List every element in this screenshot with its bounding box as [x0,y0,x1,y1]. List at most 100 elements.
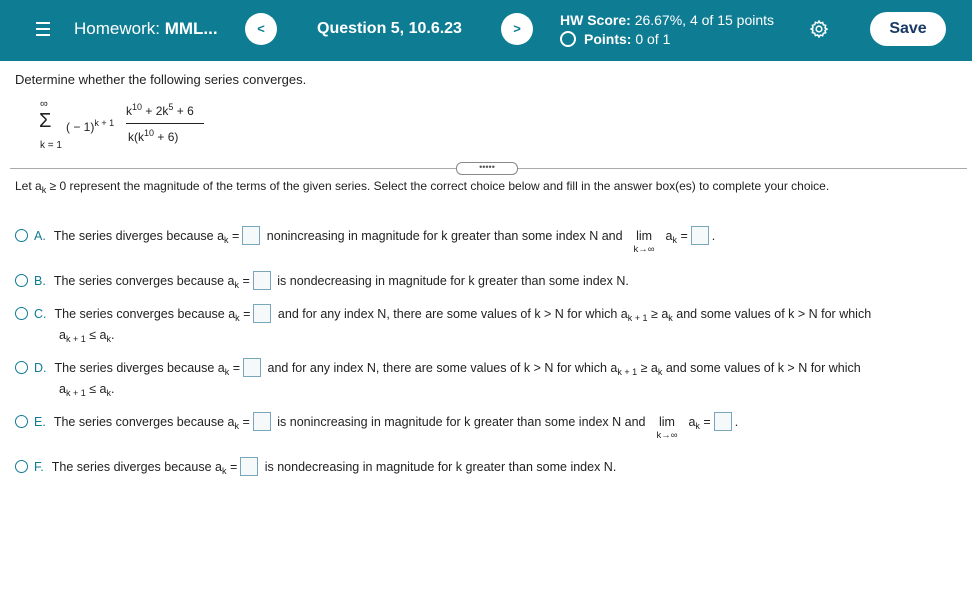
next-question-button[interactable]: > [501,13,533,45]
choice-f-letter: F. [34,460,44,474]
hw-score: HW Score: 26.67%, 4 of 15 points [560,12,774,28]
choice-c-mid: and for any index N, there are some valu… [274,307,628,321]
den-b: + 6) [154,130,179,144]
choice-b-text: The series converges because a [53,274,235,288]
sum-symbol: Σ [39,110,52,132]
choice-b-radio[interactable] [15,274,28,287]
points-circle-icon [560,31,576,47]
question-title: Question 5, 10.6.23 [317,20,462,37]
choice-c-answer-box[interactable] [253,304,272,323]
previous-question-button[interactable]: < [245,13,277,45]
fraction-numerator: k10 + 2k5 + 6 [126,102,194,118]
choice-b-mid: is nondecreasing in magnitude for k grea… [273,274,629,288]
fraction-denominator: k(k10 + 6) [128,128,178,144]
choice-d-cont-rel: ≤ a [85,382,107,396]
choice-f-eq: = [226,460,238,474]
choice-e-lim-a: a [684,415,696,429]
points-label: Points: [584,31,632,47]
choice-c-mid3: and some values of k > N for which [672,307,872,321]
choice-c-cont-sub: k + 1 [65,334,86,344]
top-bar: Homework: MML... < Question 5, 10.6.23 >… [0,0,972,61]
choice-d-eq: = [229,361,241,375]
choice-f-mid: is nondecreasing in magnitude for k grea… [261,460,617,474]
choice-d-mid3: and some values of k > N for which [662,361,861,375]
lim-word: lim [659,415,675,429]
choice-c-cont-a: a [59,328,66,342]
fraction-bar [126,123,204,124]
choice-a-answer-box-2[interactable] [690,226,709,245]
score-label: HW Score: [560,12,631,28]
choice-c[interactable]: C. The series converges because ak = and … [15,304,871,323]
choice-a[interactable]: A. The series diverges because ak = nonin… [15,226,716,255]
factor-exponent: k + 1 [94,118,115,128]
choice-e-radio[interactable] [15,415,28,428]
choice-d-continuation: ak + 1 ≤ ak. [59,382,114,398]
choice-a-letter: A. [34,229,46,243]
lim-under: k→∞ [656,430,678,441]
choice-d-radio[interactable] [15,361,28,374]
alternating-factor: ( − 1)k + 1 [66,118,114,134]
num-b: + 2k [142,104,169,118]
choice-b-answer-box[interactable] [252,271,271,290]
choice-d-cont-a: a [59,382,66,396]
settings-gear-icon[interactable] [809,19,829,39]
choice-f-answer-box[interactable] [240,457,259,476]
choice-f[interactable]: F. The series diverges because ak = is no… [15,457,616,476]
choice-c-continuation: ak + 1 ≤ ak. [59,328,114,344]
choice-e-lim-eq: = [699,415,711,429]
question-prompt: Determine whether the following series c… [15,72,307,87]
choice-e-answer-box-1[interactable] [252,412,271,431]
choice-c-radio[interactable] [15,307,28,320]
points: Points: 0 of 1 [560,31,670,47]
instruction-text: Let ak ≥ 0 represent the magnitude of th… [15,179,829,195]
choice-a-answer-box-1[interactable] [242,226,261,245]
choice-d-letter: D. [34,361,47,375]
choice-d-cont-end: . [110,382,115,396]
score-value: 26.67%, 4 of 15 points [634,12,775,28]
choice-d-answer-box[interactable] [243,358,262,377]
choice-c-text: The series converges because a [54,307,236,321]
series-expression: ∞ Σ k = 1 ( − 1)k + 1 k10 + 2k5 + 6 k(k1… [38,98,218,158]
menu-icon[interactable] [36,22,50,36]
choice-e[interactable]: E. The series converges because ak = is n… [15,412,739,441]
choice-c-cont-rel: ≤ a [85,328,107,342]
instr-pre: Let a [15,179,42,193]
choice-b-eq: = [238,274,250,288]
choice-d-cont-sub: k + 1 [65,388,86,398]
choice-e-mid: is nonincreasing in magnitude for k grea… [273,415,649,429]
choice-b[interactable]: B. The series converges because ak = is n… [15,271,629,290]
choice-a-end: . [711,229,716,243]
choice-c-letter: C. [34,307,47,321]
choice-e-eq: = [238,415,250,429]
homework-title[interactable]: Homework: MML... [74,19,218,39]
choice-d-mid: and for any index N, there are some valu… [264,361,618,375]
lim-under: k→∞ [633,244,655,255]
choice-e-end: . [734,415,739,429]
choice-d[interactable]: D. The series diverges because ak = and f… [15,358,861,377]
homework-name: MML... [164,19,218,38]
choice-a-lim-eq: = [676,229,688,243]
choice-e-limit: lim k→∞ [649,415,685,441]
choice-c-eq: = [239,307,251,321]
save-button[interactable]: Save [870,12,946,46]
choice-a-limit: lim k→∞ [626,229,662,255]
choice-f-text: The series diverges because a [51,460,222,474]
choice-e-text: The series converges because a [53,415,235,429]
points-value: 0 of 1 [635,31,671,47]
expand-dots-button[interactable]: ••••• [456,162,518,175]
choice-a-mid: nonincreasing in magnitude for k greater… [263,229,627,243]
choice-a-eq: = [228,229,240,243]
choice-c-cont-end: . [110,328,115,342]
choice-f-radio[interactable] [15,460,28,473]
choice-a-text: The series diverges because a [53,229,225,243]
choice-e-answer-box-2[interactable] [713,412,732,431]
choice-a-radio[interactable] [15,229,28,242]
den-a: k(k [128,130,144,144]
factor-base: ( − 1) [66,120,95,134]
num-a-exp: 10 [132,102,143,112]
sum-upper-limit: ∞ [40,98,48,110]
instr-post: ≥ 0 represent the magnitude of the terms… [46,179,830,193]
choice-e-letter: E. [34,415,46,429]
lim-word: lim [636,229,653,243]
homework-prefix: Homework: [74,19,165,38]
